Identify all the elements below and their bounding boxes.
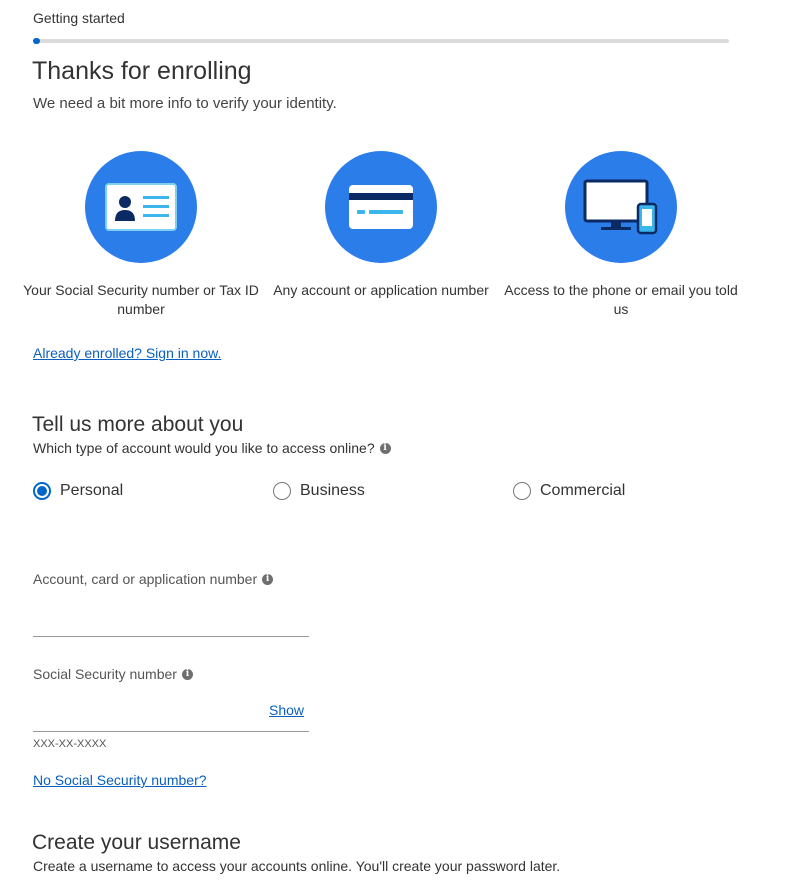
radio-business[interactable]: Business: [273, 482, 365, 500]
info-icon[interactable]: i: [181, 668, 193, 680]
id-card-icon: [85, 151, 197, 263]
about-section-title: Tell us more about you: [32, 413, 244, 436]
ssn-format-hint: XXX-XX-XXXX: [33, 738, 107, 750]
credit-card-icon: [325, 151, 437, 263]
ssn-label: Social Security number i: [33, 666, 193, 682]
info-icon[interactable]: i: [262, 573, 274, 585]
page-title: Thanks for enrolling: [32, 57, 252, 85]
info-icon[interactable]: i: [379, 442, 391, 454]
radio-commercial[interactable]: Commercial: [513, 482, 625, 500]
page-subtitle: We need a bit more info to verify your i…: [33, 95, 337, 112]
username-section-title: Create your username: [32, 831, 241, 854]
radio-label: Personal: [60, 482, 124, 499]
account-number-underline: [33, 636, 309, 637]
radio-label: Business: [300, 482, 365, 499]
requirement-account: Any account or application number: [261, 151, 501, 300]
account-number-label-text: Account, card or application number: [33, 571, 258, 587]
radio-button[interactable]: [33, 482, 51, 500]
requirement-caption: Access to the phone or email you told us: [504, 282, 738, 317]
requirement-contact: Access to the phone or email you told us: [501, 151, 741, 319]
account-type-question-label: Which type of account would you like to …: [33, 440, 375, 456]
account-number-input[interactable]: [33, 604, 263, 632]
requirement-ssn: Your Social Security number or Tax ID nu…: [21, 151, 261, 319]
ssn-input[interactable]: [33, 698, 263, 726]
radio-button[interactable]: [273, 482, 291, 500]
username-description: Create a username to access your account…: [33, 858, 561, 874]
account-type-question: Which type of account would you like to …: [33, 440, 391, 456]
monitor-phone-icon: [565, 151, 677, 263]
sign-in-link[interactable]: Already enrolled? Sign in now.: [33, 345, 221, 361]
no-ssn-link[interactable]: No Social Security number?: [33, 772, 207, 788]
ssn-underline: [33, 731, 309, 732]
radio-label: Commercial: [540, 482, 626, 499]
radio-button[interactable]: [513, 482, 531, 500]
radio-personal[interactable]: Personal: [33, 482, 123, 500]
progress-bar-fill: [33, 38, 40, 44]
step-label: Getting started: [33, 10, 125, 26]
requirement-caption: Your Social Security number or Tax ID nu…: [23, 282, 259, 317]
ssn-label-text: Social Security number: [33, 666, 177, 682]
requirement-caption: Any account or application number: [273, 282, 489, 298]
progress-bar: [33, 38, 729, 44]
show-ssn-link[interactable]: Show: [269, 702, 304, 718]
account-number-label: Account, card or application number i: [33, 571, 274, 587]
